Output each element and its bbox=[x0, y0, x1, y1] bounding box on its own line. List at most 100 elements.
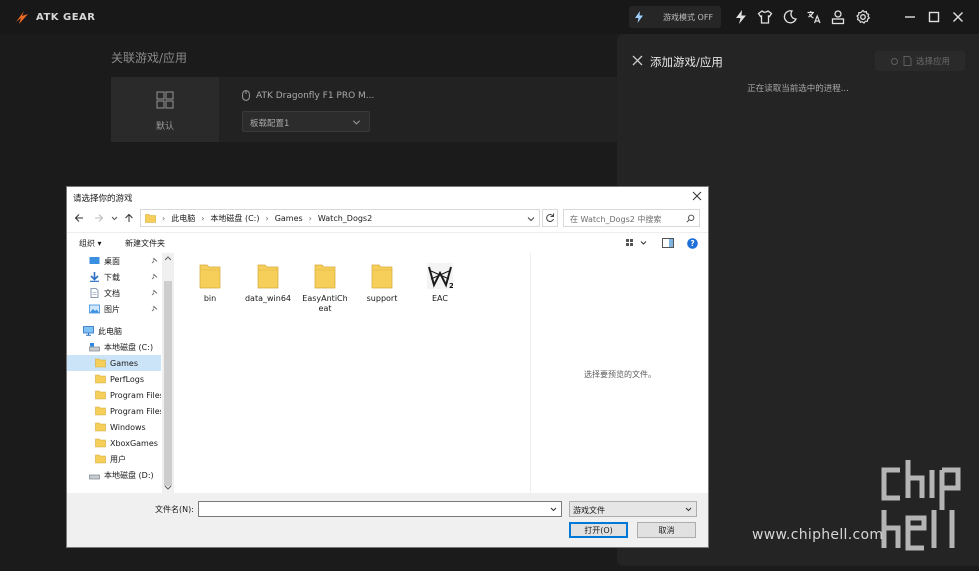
filetype-dropdown[interactable]: 游戏文件 bbox=[569, 501, 697, 517]
pin-icon bbox=[151, 273, 158, 280]
cancel-button[interactable]: 取消 bbox=[637, 522, 696, 538]
nav-item-games[interactable]: Games bbox=[67, 355, 161, 371]
panel-title: 添加游戏/应用 bbox=[650, 55, 723, 69]
picture-icon bbox=[89, 304, 100, 314]
breadcrumb-item[interactable]: Watch_Dogs2 bbox=[318, 214, 372, 223]
open-button[interactable]: 打开(O) bbox=[569, 522, 628, 538]
title-bar: ATK GEAR 游戏模式 OFF bbox=[0, 0, 979, 34]
lightning-icon[interactable] bbox=[733, 9, 749, 25]
nav-item-windows[interactable]: Windows bbox=[67, 419, 161, 435]
moon-icon[interactable] bbox=[782, 9, 798, 25]
mouse-icon bbox=[242, 90, 250, 101]
navigation-pane: 桌面 下载 文档 图片 此电脑 本地磁盘 (C:) Games PerfLogs… bbox=[67, 253, 174, 493]
nav-item-users[interactable]: 用户 bbox=[67, 451, 161, 467]
folder-icon bbox=[95, 454, 106, 464]
default-game-tile[interactable]: 默认 bbox=[111, 77, 219, 142]
search-placeholder: 在 Watch_Dogs2 中搜索 bbox=[570, 215, 662, 224]
view-options-icon[interactable] bbox=[625, 238, 647, 248]
file-item-support[interactable]: support bbox=[358, 261, 406, 304]
choose-app-label: 选择应用 bbox=[915, 57, 950, 67]
drive-icon bbox=[89, 343, 100, 352]
nav-item-pictures[interactable]: 图片 bbox=[67, 301, 161, 317]
up-arrow-icon[interactable] bbox=[124, 213, 134, 223]
preview-text: 选择要预览的文件。 bbox=[584, 370, 656, 379]
breadcrumb-item[interactable]: 此电脑 bbox=[171, 213, 195, 224]
file-item-data-win64[interactable]: data_win64 bbox=[244, 261, 292, 304]
watch-dogs-app-icon: 2 bbox=[427, 263, 453, 290]
nav-item-desktop[interactable]: 桌面 bbox=[67, 253, 161, 269]
refresh-icon bbox=[546, 213, 554, 223]
pin-icon bbox=[151, 257, 158, 264]
preview-pane-icon[interactable] bbox=[662, 238, 674, 248]
nav-item-this-pc[interactable]: 此电脑 bbox=[67, 323, 161, 339]
scroll-up-icon[interactable] bbox=[164, 255, 172, 261]
translate-icon[interactable] bbox=[806, 9, 822, 25]
file-item-easyanticheat[interactable]: EasyAntiCheat bbox=[301, 261, 349, 314]
folder-icon bbox=[95, 422, 106, 432]
file-item-bin[interactable]: bin bbox=[186, 261, 234, 304]
nav-item-perflogs[interactable]: PerfLogs bbox=[67, 371, 161, 387]
filename-label: 文件名(N): bbox=[155, 505, 194, 514]
file-list: bin data_win64 EasyAntiCheat support 2 E… bbox=[175, 253, 530, 493]
address-bar[interactable]: › 此电脑 › 本地磁盘 (C:) › Games › Watch_Dogs2 bbox=[140, 209, 540, 227]
lightning-icon bbox=[629, 6, 649, 28]
file-icon bbox=[903, 56, 912, 66]
watermark-text: www.chiphell.com bbox=[752, 527, 884, 543]
breadcrumb-item[interactable]: 本地磁盘 (C:) bbox=[210, 213, 259, 224]
folder-icon bbox=[371, 264, 393, 289]
new-folder-button[interactable]: 新建文件夹 bbox=[125, 238, 165, 249]
folder-icon bbox=[95, 390, 106, 400]
maximize-icon[interactable] bbox=[926, 9, 942, 25]
default-label: 默认 bbox=[155, 122, 174, 132]
folder-icon bbox=[199, 264, 221, 289]
nav-item-xboxgames[interactable]: XboxGames bbox=[67, 435, 161, 451]
organize-button[interactable]: 组织 ▾ bbox=[79, 238, 102, 249]
chevron-down-icon bbox=[685, 507, 692, 512]
forward-arrow-icon[interactable] bbox=[94, 213, 104, 223]
user-icon[interactable] bbox=[830, 9, 846, 25]
chevron-down-icon[interactable] bbox=[111, 213, 118, 223]
scroll-down-icon[interactable] bbox=[164, 485, 172, 491]
gear-icon bbox=[890, 57, 898, 65]
help-icon[interactable]: ? bbox=[687, 238, 698, 249]
folder-icon bbox=[257, 264, 279, 289]
nav-item-program-files[interactable]: Program Files bbox=[67, 387, 161, 403]
back-arrow-icon[interactable] bbox=[74, 213, 84, 223]
search-input[interactable]: 在 Watch_Dogs2 中搜索 bbox=[563, 209, 700, 227]
dialog-title: 请选择你的游戏 bbox=[73, 194, 133, 204]
chevron-down-icon bbox=[352, 120, 361, 125]
svg-text:2: 2 bbox=[449, 282, 453, 290]
close-icon[interactable] bbox=[692, 191, 702, 201]
chevron-down-icon[interactable] bbox=[550, 506, 557, 513]
refresh-button[interactable] bbox=[542, 209, 558, 227]
profile-dropdown[interactable]: 板载配置1 bbox=[242, 111, 370, 132]
windows-icon bbox=[156, 91, 174, 109]
nav-item-documents[interactable]: 文档 bbox=[67, 285, 161, 301]
download-icon bbox=[90, 272, 99, 282]
nav-item-drive-d[interactable]: 本地磁盘 (D:) bbox=[67, 467, 161, 483]
game-card: 默认 ATK Dragonfly F1 PRO M... 板载配置1 bbox=[111, 77, 631, 142]
chevron-down-icon[interactable] bbox=[527, 215, 535, 223]
scrollbar-thumb[interactable] bbox=[164, 281, 172, 486]
breadcrumb-item[interactable]: Games bbox=[275, 214, 303, 223]
file-item-eac[interactable]: 2 EAC bbox=[416, 261, 464, 304]
nav-item-program-files-x86[interactable]: Program Files bbox=[67, 403, 161, 419]
drive-icon bbox=[89, 474, 100, 480]
close-icon[interactable] bbox=[950, 9, 966, 25]
device-name: ATK Dragonfly F1 PRO M... bbox=[256, 90, 375, 101]
nav-item-drive-c[interactable]: 本地磁盘 (C:) bbox=[67, 339, 161, 355]
pin-icon bbox=[151, 289, 158, 296]
file-open-dialog: 请选择你的游戏 › 此电脑 › 本地磁盘 (C:) › Games › Watc… bbox=[66, 186, 709, 548]
folder-icon bbox=[95, 438, 106, 448]
game-mode-toggle[interactable]: 游戏模式 OFF bbox=[629, 6, 721, 28]
nav-item-downloads[interactable]: 下载 bbox=[67, 269, 161, 285]
close-icon[interactable] bbox=[632, 55, 643, 66]
settings-gear-icon[interactable] bbox=[855, 9, 871, 25]
minimize-icon[interactable] bbox=[902, 9, 918, 25]
chiphell-logo-icon bbox=[881, 460, 961, 551]
filename-input[interactable] bbox=[198, 501, 562, 517]
choose-app-button[interactable]: 选择应用 bbox=[875, 51, 965, 71]
profile-value: 板载配置1 bbox=[250, 119, 290, 129]
tshirt-icon[interactable] bbox=[757, 9, 773, 25]
nav-scrollbar[interactable] bbox=[162, 253, 174, 493]
